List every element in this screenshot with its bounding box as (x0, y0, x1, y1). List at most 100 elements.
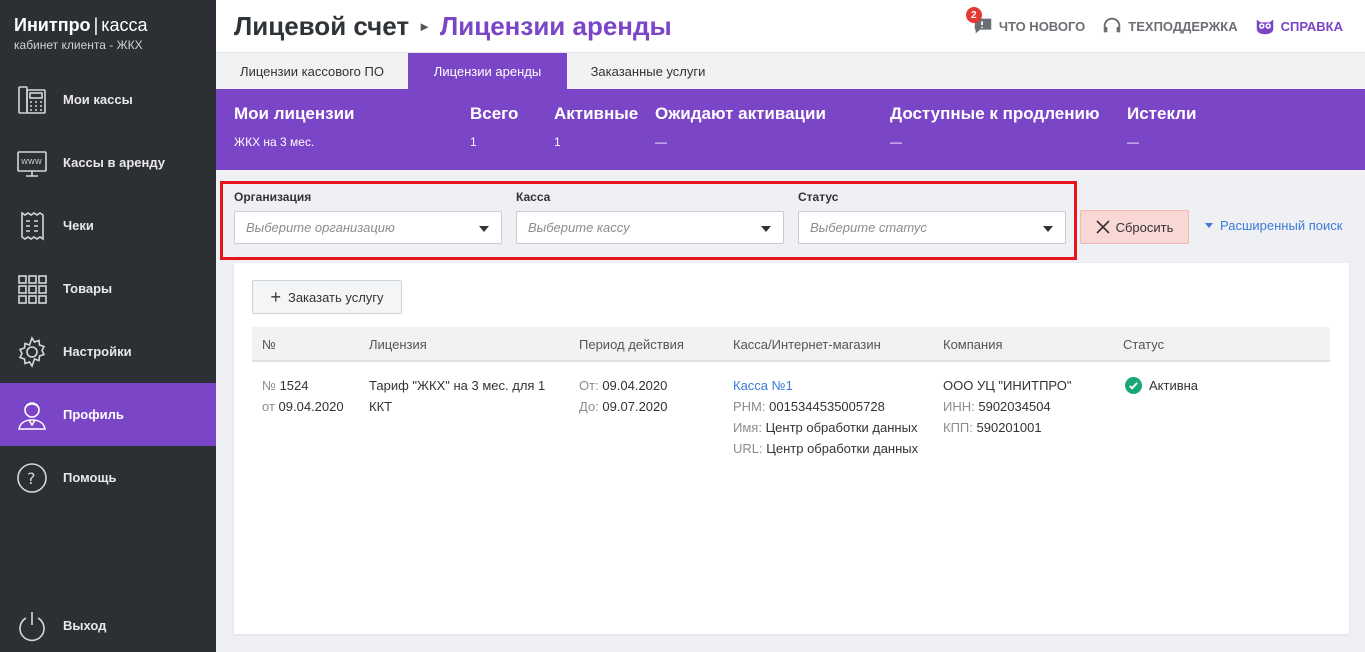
register-link[interactable]: Касса №1 (733, 378, 793, 393)
gear-icon (15, 335, 49, 369)
kpp-value: 590201001 (976, 420, 1042, 435)
support-link[interactable]: ТЕХПОДДЕРЖКА (1101, 15, 1238, 37)
summary-label: Истекли (1127, 104, 1197, 123)
organization-select[interactable]: Выберите организацию (234, 211, 502, 244)
sidebar-item-settings[interactable]: Настройки (0, 320, 216, 383)
license-date: 09.04.2020 (278, 399, 344, 414)
tab-ordered-services[interactable]: Заказанные услуги (567, 53, 729, 90)
advanced-search-label: Расширенный поиск (1220, 218, 1343, 233)
breadcrumb: Лицевой счет ► Лицензии аренды (234, 11, 672, 42)
sidebar-item-label: Товары (63, 281, 113, 296)
column-header: Компания (943, 337, 1003, 352)
whats-new-label: ЧТО НОВОГО (998, 18, 1086, 34)
tab-software-licenses[interactable]: Лицензии кассового ПО (216, 53, 408, 90)
period-to: 09.07.2020 (602, 399, 668, 414)
summary-value: 1 (554, 135, 561, 149)
name-value: Центр обработки данных (765, 420, 918, 435)
breadcrumb-root[interactable]: Лицевой счет (234, 11, 409, 42)
reset-button[interactable]: Сбросить (1080, 210, 1189, 244)
brand-logo[interactable]: Инитпро | касса кабинет клиента - ЖКХ (0, 0, 216, 66)
table-row[interactable]: № 1524 от 09.04.2020 Тариф "ЖКХ" на 3 ме… (252, 363, 1330, 473)
licenses-card: + Заказать услугу № Лицензия Период дейс… (234, 263, 1349, 634)
cell-status: Активна (1125, 375, 1198, 396)
filter-panel: Организация Выберите организацию Касса В… (220, 181, 1077, 260)
summary-label: Мои лицензии (234, 104, 355, 123)
summary-pending: Ожидают активации — (655, 104, 826, 149)
receipt-icon (15, 209, 49, 243)
brand-subtitle: кабинет клиента - ЖКХ (14, 38, 143, 52)
filter-label: Статус (798, 190, 839, 204)
sidebar-item-label: Выход (63, 618, 107, 633)
summary-value: — (1127, 135, 1139, 149)
advanced-search-link[interactable]: Расширенный поиск (1205, 218, 1342, 233)
license-number: 1524 (279, 378, 309, 393)
register-select[interactable]: Выберите кассу (516, 211, 784, 244)
svg-text:WWW: WWW (21, 158, 42, 166)
summary-value: — (655, 135, 667, 149)
sidebar-item-label: Настройки (63, 344, 132, 359)
order-service-button[interactable]: + Заказать услугу (252, 280, 402, 314)
sidebar-item-label: Кассы в аренду (63, 155, 165, 170)
caret-down-icon (479, 226, 489, 232)
sidebar-item-goods[interactable]: Товары (0, 257, 216, 320)
owl-icon (1256, 19, 1273, 35)
page-title: Лицензии аренды (440, 11, 672, 41)
column-header: Период действия (579, 337, 684, 352)
summary-label: Доступные к продлению (890, 104, 1100, 123)
summary-total: Всего 1 (470, 104, 518, 149)
company-name: ООО УЦ "ИНИТПРО" (943, 378, 1072, 393)
top-links: 2 ЧТО НОВОГО ТЕХПОДДЕРЖКА СПРАВКА (965, 0, 1343, 52)
column-header: Статус (1123, 337, 1165, 352)
filter-label: Организация (234, 190, 312, 204)
help-label: СПРАВКА (1280, 18, 1343, 34)
sidebar-item-logout[interactable]: Выход (0, 594, 216, 652)
rnm-value: 0015344535005728 (769, 399, 885, 414)
date-prefix: от (262, 399, 275, 414)
cash-register-icon (15, 83, 49, 117)
brand-product: касса (101, 15, 148, 35)
license-summary: Мои лицензии ЖКХ на 3 мес. Всего 1 Актив… (216, 89, 1365, 170)
summary-my-licenses: Мои лицензии ЖКХ на 3 мес. (234, 104, 355, 149)
name-label: Имя: (733, 420, 762, 435)
tab-rent-licenses[interactable]: Лицензии аренды (408, 53, 567, 90)
filter-label: Касса (516, 190, 551, 204)
reset-label: Сбросить (1115, 219, 1174, 235)
sidebar-item-label: Мои кассы (63, 92, 133, 107)
sidebar-item-label: Профиль (63, 407, 124, 422)
url-label: URL: (733, 441, 763, 456)
sidebar-item-label: Помощь (63, 470, 117, 485)
notification-badge: 2 (965, 7, 982, 23)
caret-down-icon (1043, 226, 1053, 232)
sidebar-item-my-registers[interactable]: Мои кассы (0, 68, 216, 131)
number-prefix: № (262, 378, 276, 393)
close-icon (1096, 220, 1110, 234)
sidebar-item-profile[interactable]: Профиль (0, 383, 216, 446)
summary-renewable: Доступные к продлению — (890, 104, 1099, 149)
power-icon (15, 609, 49, 643)
grid-icon (15, 272, 49, 306)
breadcrumb-arrow-icon: ► (418, 19, 432, 34)
select-placeholder: Выберите организацию (246, 220, 395, 235)
user-icon (15, 398, 49, 432)
status-select[interactable]: Выберите статус (798, 211, 1066, 244)
cell-number: № 1524 от 09.04.2020 (262, 375, 362, 417)
sidebar-item-receipts[interactable]: Чеки (0, 194, 216, 257)
sidebar-item-label: Чеки (63, 218, 94, 233)
filter-register: Касса Выберите кассу (516, 190, 784, 244)
brand-divider: | (93, 15, 99, 35)
rnm-label: РНМ: (733, 399, 766, 414)
sidebar-item-help[interactable]: ? Помощь (0, 446, 216, 509)
help-link[interactable]: СПРАВКА (1254, 15, 1343, 37)
inn-value: 5902034504 (978, 399, 1051, 414)
whats-new-link[interactable]: 2 ЧТО НОВОГО (965, 7, 1086, 37)
summary-label: Всего (470, 104, 519, 123)
check-circle-icon (1125, 377, 1142, 394)
summary-value: 1 (470, 135, 477, 149)
kpp-label: КПП: (943, 420, 973, 435)
caret-down-icon (1205, 223, 1213, 228)
svg-text:?: ? (27, 469, 36, 488)
cell-company: ООО УЦ "ИНИТПРО" ИНН: 5902034504 КПП: 59… (943, 375, 1113, 438)
sidebar-item-rent-registers[interactable]: WWW Кассы в аренду (0, 131, 216, 194)
filter-status: Статус Выберите статус (798, 190, 1066, 244)
monitor-www-icon: WWW (15, 146, 49, 180)
